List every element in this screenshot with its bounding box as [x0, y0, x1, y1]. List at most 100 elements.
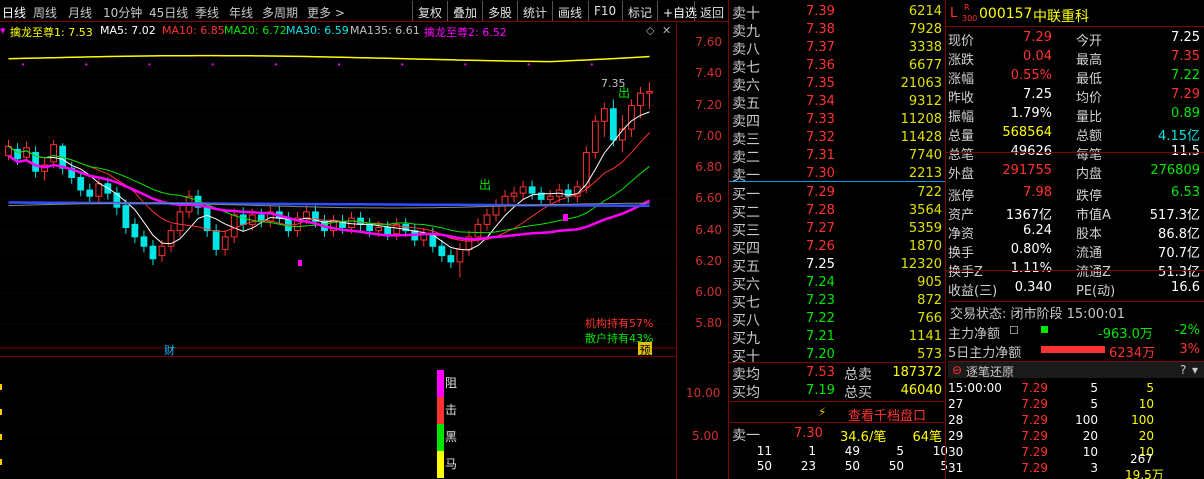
- view-depth-bar[interactable]: ⚡ 查看千档盘口: [730, 401, 944, 424]
- candle-body: [176, 211, 184, 232]
- adjust-button[interactable]: 复权: [412, 1, 447, 21]
- view-depth-button[interactable]: 查看千档盘口: [848, 405, 926, 424]
- stock-header: L R 300 000157 中联重科: [948, 3, 1204, 25]
- f10-button[interactable]: F10: [588, 1, 621, 21]
- back-button[interactable]: 返回: [694, 1, 729, 21]
- ask-row[interactable]: 卖九 7.38 7928: [732, 20, 944, 40]
- ask-row[interactable]: 卖八 7.37 3338: [732, 38, 944, 58]
- candle-body: [212, 230, 220, 250]
- level-l-badge: L: [950, 6, 958, 21]
- collapse-icon[interactable]: ⊖: [952, 363, 962, 377]
- info-label: 最高: [1076, 53, 1103, 68]
- level-volume: 722: [917, 185, 942, 200]
- bid-row[interactable]: 买一 7.29 722: [732, 183, 944, 203]
- signal-bar-label: 马: [445, 457, 457, 471]
- level-volume: 1870: [908, 239, 942, 254]
- period-tab-quarter[interactable]: 季线: [195, 4, 219, 21]
- tick-cell: 3: [1090, 461, 1098, 475]
- level1-label: 卖一: [732, 428, 760, 444]
- info-value: 0.340: [1014, 280, 1052, 295]
- ask-row[interactable]: 卖六 7.35 21063: [732, 74, 944, 94]
- tick-cell: 28: [948, 413, 964, 427]
- price-axis-tick: 6.60: [695, 191, 722, 206]
- period-toolbar: 日线 周线 月线 10分钟 45日线 季线 年线 多周期 更多 > 复权 叠加 …: [0, 0, 728, 22]
- info-row: 涨幅 0.55% 最低 7.22: [948, 67, 1204, 87]
- info-value: 0.89: [1171, 106, 1200, 121]
- period-tab-day[interactable]: 日线: [2, 4, 26, 21]
- forecast-marker[interactable]: 预: [638, 342, 652, 357]
- net-bar-red: [1041, 346, 1105, 353]
- candle-body: [483, 214, 491, 225]
- ask-row[interactable]: 卖二 7.31 7740: [732, 146, 944, 166]
- level-volume: 5359: [908, 221, 942, 236]
- level-price: 7.34: [806, 94, 835, 109]
- period-tab-month[interactable]: 月线: [68, 4, 92, 21]
- bid-row[interactable]: 买九 7.21 1141: [732, 327, 944, 347]
- draw-line-button[interactable]: 画线: [552, 1, 587, 21]
- signal-bar: [437, 370, 444, 397]
- period-tab-year[interactable]: 年线: [229, 4, 253, 21]
- ask-row[interactable]: 卖五 7.34 9312: [732, 92, 944, 112]
- level-volume: 905: [917, 275, 942, 290]
- level-volume: 2213: [908, 166, 942, 181]
- tick-row: 28 7.29 100 100: [948, 413, 1204, 428]
- bid-row[interactable]: 买四 7.26 1870: [732, 237, 944, 257]
- level-volume: 9312: [908, 94, 942, 109]
- bid-row[interactable]: 买二 7.28 3564: [732, 201, 944, 221]
- level-volume: 12320: [900, 257, 942, 272]
- main-net-pct: -2%: [1174, 323, 1200, 338]
- info-label: 内盘: [1076, 167, 1103, 182]
- average-summary: 卖均 7.53 总卖 187372 买均 7.19 总买 46040: [732, 363, 944, 401]
- ask-row[interactable]: 卖四 7.33 11208: [732, 110, 944, 130]
- price-axis-tick: 5.80: [695, 316, 722, 331]
- tick-row: 29 7.29 20 20: [948, 429, 1204, 444]
- info-label: 资产: [948, 208, 975, 223]
- mark-button[interactable]: 标记: [622, 1, 657, 21]
- divider: [0, 356, 676, 357]
- statistics-button[interactable]: 统计: [517, 1, 552, 21]
- bid-row[interactable]: 买三 7.27 5359: [732, 219, 944, 239]
- left-stub: [0, 434, 2, 440]
- period-tab-45day[interactable]: 45日线: [149, 4, 188, 21]
- ask-row[interactable]: 卖七 7.36 6677: [732, 56, 944, 76]
- candle-body: [239, 214, 247, 225]
- signal-marker: [563, 214, 568, 221]
- period-tab-week[interactable]: 周线: [33, 4, 57, 21]
- ask-row[interactable]: 卖一 7.30 2213: [732, 164, 944, 184]
- info-label: 外盘: [948, 167, 975, 182]
- bid-row[interactable]: 买七 7.23 872: [732, 291, 944, 311]
- main-net-value: -963.0万: [1098, 327, 1153, 342]
- expand-icon[interactable]: [1010, 326, 1018, 334]
- period-tab-10min[interactable]: 10分钟: [103, 4, 142, 21]
- price-axis-tick: 7.40: [695, 66, 722, 81]
- tick-cell: 100: [1131, 413, 1154, 427]
- overlay-button[interactable]: 叠加: [447, 1, 482, 21]
- bid-row[interactable]: 买六 7.24 905: [732, 273, 944, 293]
- indicator-dot: [401, 63, 404, 66]
- ask-row[interactable]: 卖十 7.39 6214: [732, 2, 944, 22]
- signal-bar-label: 阻: [445, 376, 457, 390]
- help-icon[interactable]: ?: [1180, 363, 1186, 377]
- level-volume: 766: [917, 311, 942, 326]
- multi-stock-button[interactable]: 多股: [482, 1, 517, 21]
- bid-row[interactable]: 买五 7.25 12320: [732, 255, 944, 275]
- info-value: 7.98: [1023, 185, 1052, 200]
- ask-row[interactable]: 卖三 7.32 11428: [732, 128, 944, 148]
- tick-cell: 10: [1082, 445, 1098, 459]
- period-tab-multi[interactable]: 多周期: [262, 4, 298, 21]
- dropdown-icon[interactable]: ▾: [1192, 363, 1198, 377]
- candle-body: [456, 248, 464, 263]
- candle-body: [230, 214, 238, 238]
- more-periods-button[interactable]: 更多 >: [307, 4, 345, 21]
- info-value: 0.80%: [1010, 242, 1052, 257]
- info-label: 市值A: [1076, 208, 1111, 223]
- level-price: 7.22: [806, 311, 835, 326]
- divider: [945, 270, 1204, 271]
- bid-row[interactable]: 买八 7.22 766: [732, 309, 944, 329]
- tick-row: 31 7.29 3: [948, 461, 1204, 476]
- info-value: 1.79%: [1010, 106, 1052, 121]
- bid-row[interactable]: 买十 7.20 573: [732, 345, 944, 365]
- indicator-dot: [274, 63, 277, 66]
- order-queue-cell: 5: [940, 459, 948, 473]
- candle-body: [628, 105, 635, 130]
